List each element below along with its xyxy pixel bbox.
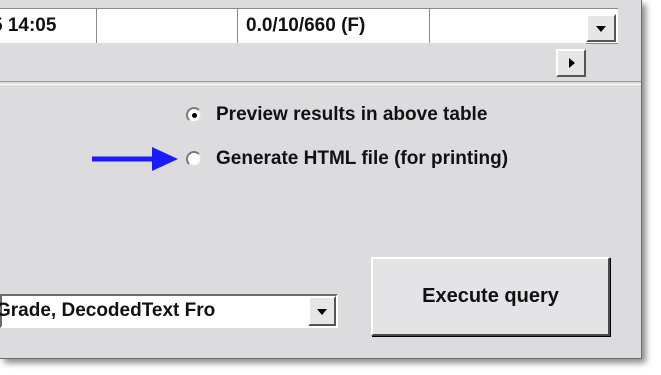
radio-preview-results[interactable]: Preview results in above table	[186, 100, 487, 130]
table-cell-values[interactable]: 0.0/10/660 (F)	[238, 9, 430, 43]
query-combobox-value: Grade, DecodedText Fro	[0, 300, 216, 321]
radio-label-preview: Preview results in above table	[216, 104, 488, 125]
scroll-right-button[interactable]	[556, 49, 586, 77]
radio-label-generate-html: Generate HTML file (for printing)	[216, 148, 509, 169]
divider	[0, 81, 641, 85]
horizontal-scrollbar[interactable]	[0, 43, 586, 73]
query-panel: 5 14:05 0.0/10/660 (F) Preview results i…	[0, 0, 642, 359]
query-combobox[interactable]: Grade, DecodedText Fro	[0, 294, 338, 328]
radio-button-unselected[interactable]	[186, 151, 202, 167]
chevron-down-icon	[596, 26, 606, 32]
blue-arrow-annotation	[92, 147, 178, 171]
radio-dot-icon	[192, 113, 197, 118]
table-dropdown-button[interactable]	[586, 14, 616, 42]
table-cell-blank[interactable]	[430, 9, 586, 43]
radio-generate-html[interactable]: Generate HTML file (for printing)	[186, 144, 508, 174]
radio-button-selected[interactable]	[186, 107, 202, 123]
chevron-down-icon	[317, 309, 327, 315]
combobox-dropdown-button[interactable]	[308, 296, 336, 326]
table-cell-empty[interactable]	[97, 9, 238, 43]
execute-query-button[interactable]: Execute query	[371, 257, 610, 336]
results-table-row[interactable]: 5 14:05 0.0/10/660 (F)	[0, 8, 618, 44]
chevron-right-icon	[569, 58, 575, 68]
table-cell-datetime[interactable]: 5 14:05	[0, 9, 97, 43]
